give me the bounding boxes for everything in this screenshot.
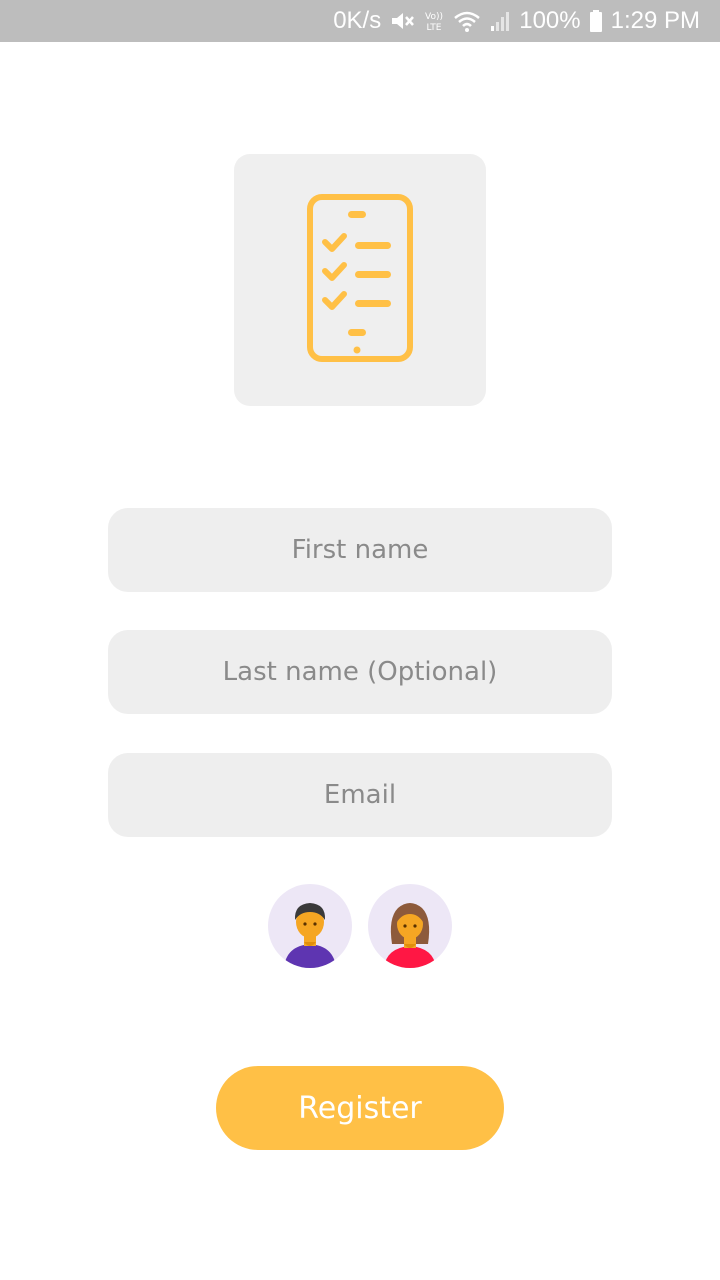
email-input[interactable] bbox=[108, 753, 612, 837]
female-avatar-option[interactable] bbox=[368, 884, 452, 968]
female-avatar-icon bbox=[368, 903, 452, 968]
male-avatar-option[interactable] bbox=[268, 884, 352, 968]
mute-icon bbox=[389, 9, 415, 33]
network-speed: 0K/s bbox=[333, 7, 382, 34]
checklist-phone-icon bbox=[305, 192, 415, 369]
clock: 1:29 PM bbox=[610, 7, 700, 34]
battery-percent: 100% bbox=[519, 7, 581, 34]
app-logo bbox=[234, 154, 486, 406]
volte-icon: Vo)) LTE bbox=[423, 9, 445, 33]
register-button[interactable]: Register bbox=[216, 1066, 504, 1150]
status-bar: 0K/s Vo)) LTE 100% 1:29 PM bbox=[0, 0, 720, 42]
male-avatar-icon bbox=[268, 903, 352, 968]
battery-icon bbox=[589, 9, 603, 33]
last-name-input[interactable] bbox=[108, 630, 612, 714]
wifi-icon bbox=[453, 9, 481, 33]
svg-text:Vo)): Vo)) bbox=[425, 12, 443, 22]
first-name-input[interactable] bbox=[108, 508, 612, 592]
svg-text:LTE: LTE bbox=[427, 23, 442, 33]
signal-icon bbox=[489, 9, 511, 33]
